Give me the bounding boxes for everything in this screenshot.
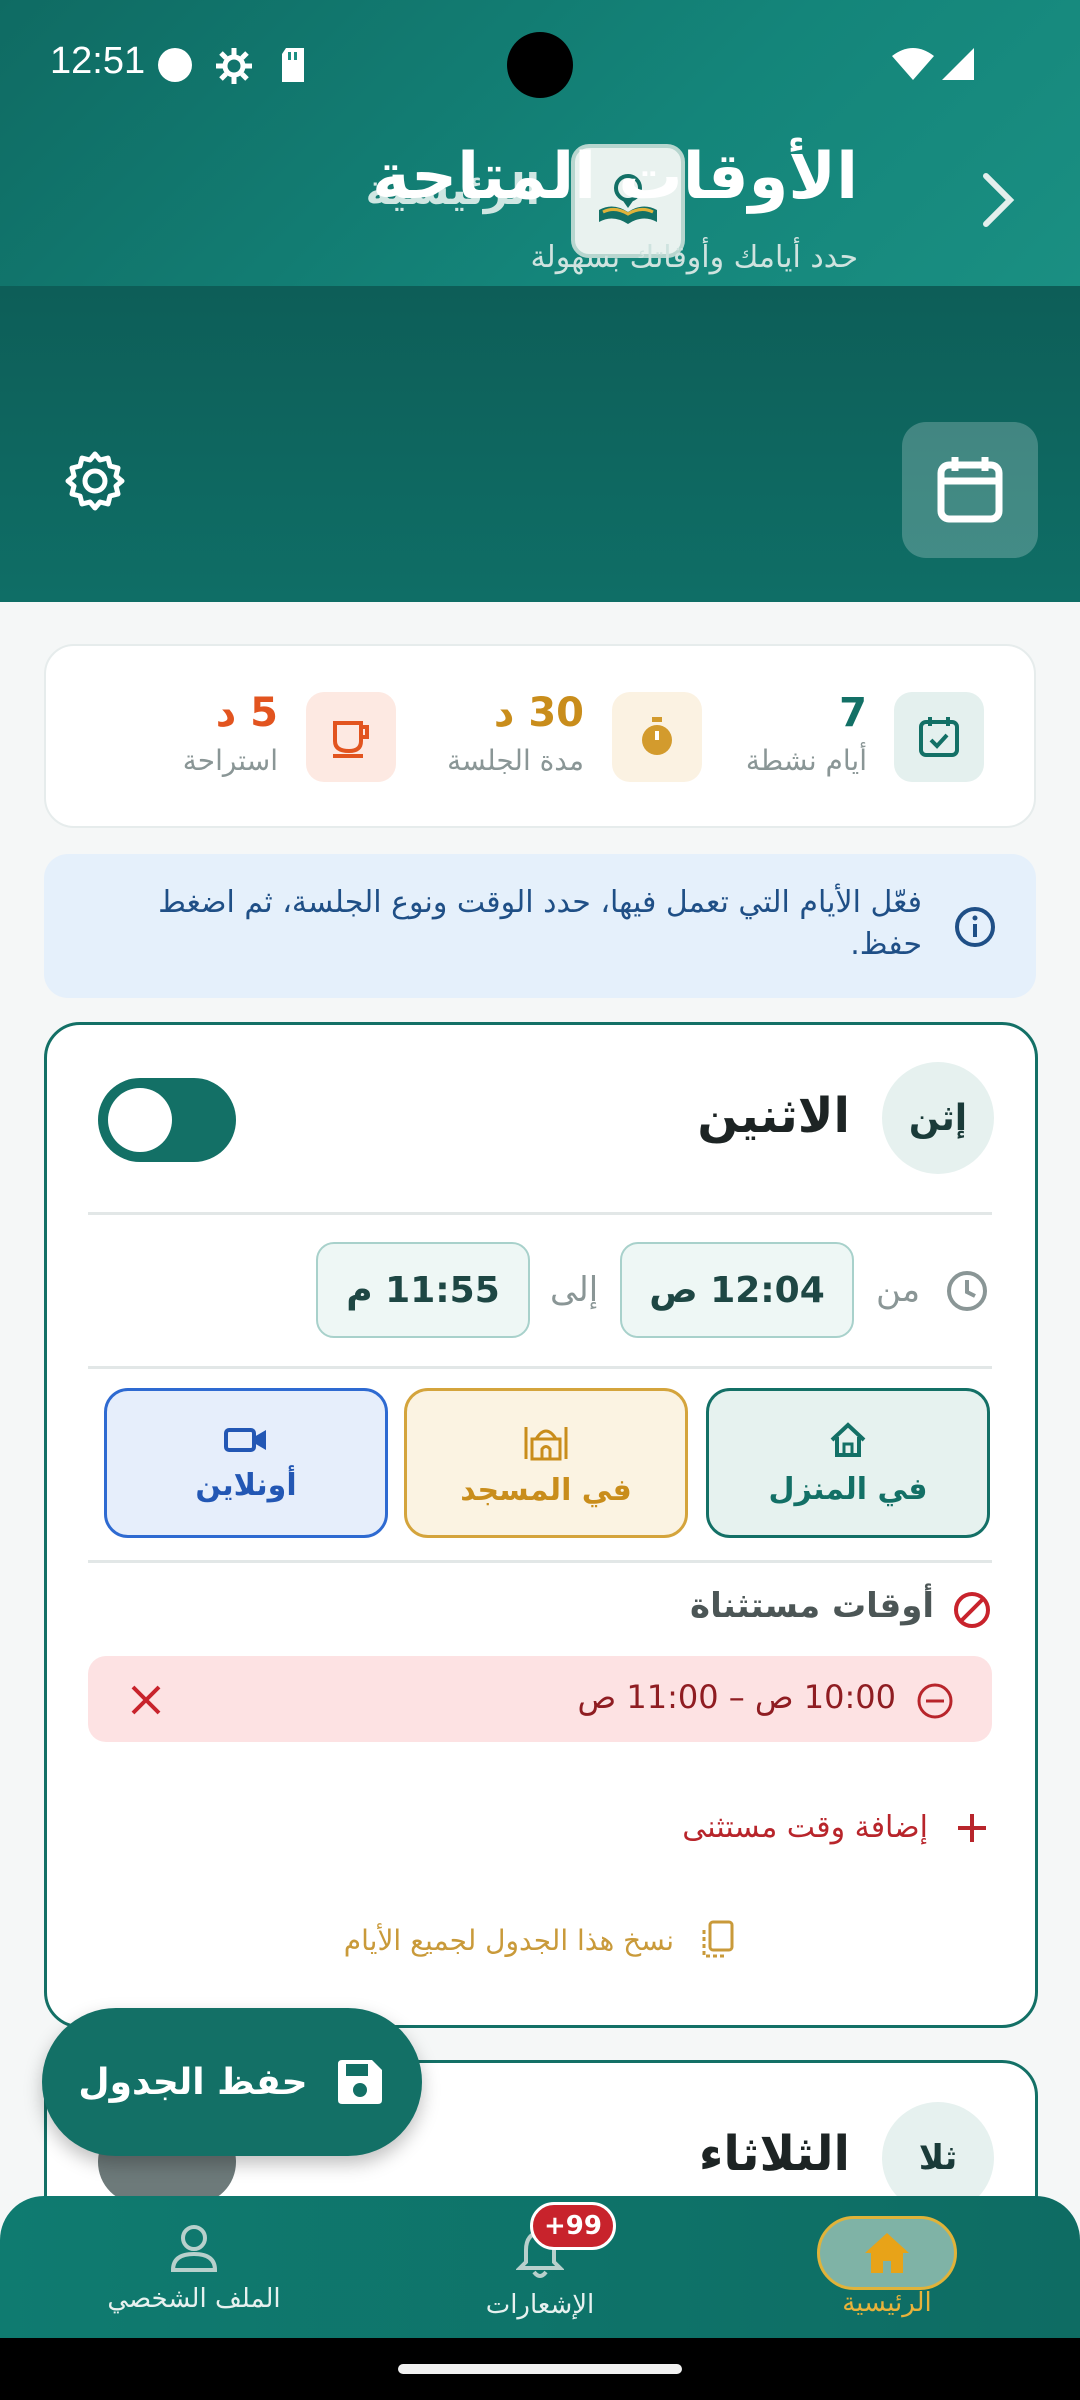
nav-item-profile[interactable]: الملف الشخصي <box>74 2222 314 2314</box>
session-type-online-button[interactable]: أونلاين <box>104 1388 388 1538</box>
session-type-mosque-button[interactable]: في المسجد <box>404 1388 688 1538</box>
to-time-picker[interactable]: 11:55 م <box>316 1242 530 1338</box>
info-text: فعّل الأيام التي تعمل فيها، حدد الوقت ون… <box>158 885 922 962</box>
stat-break: 5 د استراحة <box>183 690 278 777</box>
nav-home-active-pill <box>817 2216 957 2290</box>
stat-value: 30 د <box>493 690 584 736</box>
stat-session-duration: 30 د مدة الجلسة <box>447 690 584 777</box>
stat-label: مدة الجلسة <box>447 744 584 777</box>
divider <box>88 1560 992 1563</box>
coffee-cup-icon <box>333 721 369 758</box>
day-enabled-toggle[interactable] <box>98 1078 236 1162</box>
status-sdcard-icon <box>282 48 304 82</box>
day-name: الثلاثاء <box>698 2126 850 2182</box>
person-icon <box>170 2225 218 2272</box>
notification-count-badge: +99 <box>530 2202 616 2250</box>
status-circle-icon <box>158 48 192 82</box>
page-title: الأوقات المتاحة <box>372 140 858 214</box>
calendar-check-icon <box>919 717 959 757</box>
day-abbr-badge: إثن <box>882 1062 994 1174</box>
home-icon <box>865 2233 909 2273</box>
stat-break-icon-box <box>306 692 396 782</box>
exception-row: 10:00 ص – 11:00 ص <box>88 1656 992 1742</box>
plus-icon[interactable] <box>954 1810 990 1846</box>
save-icon <box>337 2060 382 2104</box>
exceptions-title: أوقات مستثناة <box>690 1586 934 1626</box>
chevron-right-icon[interactable] <box>980 172 1016 228</box>
session-type-label: في المنزل <box>768 1471 928 1507</box>
stat-label: استراحة <box>182 744 278 777</box>
home-icon <box>830 1421 866 1457</box>
divider <box>88 1366 992 1369</box>
status-settings-icon <box>216 48 252 84</box>
day-name: الاثنين <box>697 1088 850 1144</box>
info-banner: فعّل الأيام التي تعمل فيها، حدد الوقت ون… <box>44 854 1036 998</box>
stat-value: 7 <box>839 690 867 736</box>
gesture-handle[interactable] <box>398 2364 682 2374</box>
exception-range: 10:00 ص – 11:00 ص <box>577 1678 897 1716</box>
hero-calendar-badge <box>902 422 1038 558</box>
session-type-label: أونلاين <box>195 1467 297 1503</box>
remove-exception-icon[interactable] <box>128 1682 164 1718</box>
session-type-home-button[interactable]: في المنزل <box>706 1388 990 1538</box>
stopwatch-icon <box>642 717 672 755</box>
video-icon <box>224 1427 266 1452</box>
mosque-icon <box>524 1426 568 1460</box>
divider <box>88 1212 992 1215</box>
copy-icon <box>702 1920 734 1958</box>
stat-active-days-icon-box <box>894 692 984 782</box>
nav-label: الإشعارات <box>485 2290 595 2320</box>
nav-item-home[interactable]: الرئيسية <box>767 2216 1007 2318</box>
settings-gear-icon[interactable] <box>64 450 126 512</box>
stat-duration-icon-box <box>612 692 702 782</box>
session-type-label: في المسجد <box>460 1472 632 1508</box>
page-subtitle: حدد أيامك وأوقاتك بسهولة <box>530 240 858 275</box>
wifi-icon <box>892 48 934 80</box>
copy-schedule-button[interactable]: نسخ هذا الجدول لجميع الأيام <box>344 1924 674 1957</box>
camera-cutout <box>507 32 573 98</box>
signal-icon <box>942 48 974 80</box>
clock-icon <box>947 1271 987 1311</box>
save-button-label: حفظ الجدول <box>78 2061 308 2103</box>
minus-circle-icon <box>917 1683 953 1719</box>
toggle-knob <box>108 1088 172 1152</box>
stat-label: أيام نشطة <box>745 744 867 777</box>
from-label: من <box>876 1270 921 1310</box>
nav-label: الرئيسية <box>842 2288 932 2318</box>
to-label: إلى <box>550 1270 599 1310</box>
from-time-picker[interactable]: 12:04 ص <box>620 1242 854 1338</box>
block-icon <box>954 1592 990 1628</box>
calendar-icon <box>937 457 1003 523</box>
save-schedule-button[interactable]: حفظ الجدول <box>42 2008 422 2156</box>
add-exception-button[interactable]: إضافة وقت مستثنى <box>682 1810 928 1845</box>
info-icon <box>955 907 995 947</box>
stat-value: 5 د <box>215 690 278 736</box>
stat-active-days: 7 أيام نشطة <box>746 690 867 777</box>
nav-label: الملف الشخصي <box>107 2284 281 2314</box>
status-time: 12:51 <box>50 40 146 82</box>
